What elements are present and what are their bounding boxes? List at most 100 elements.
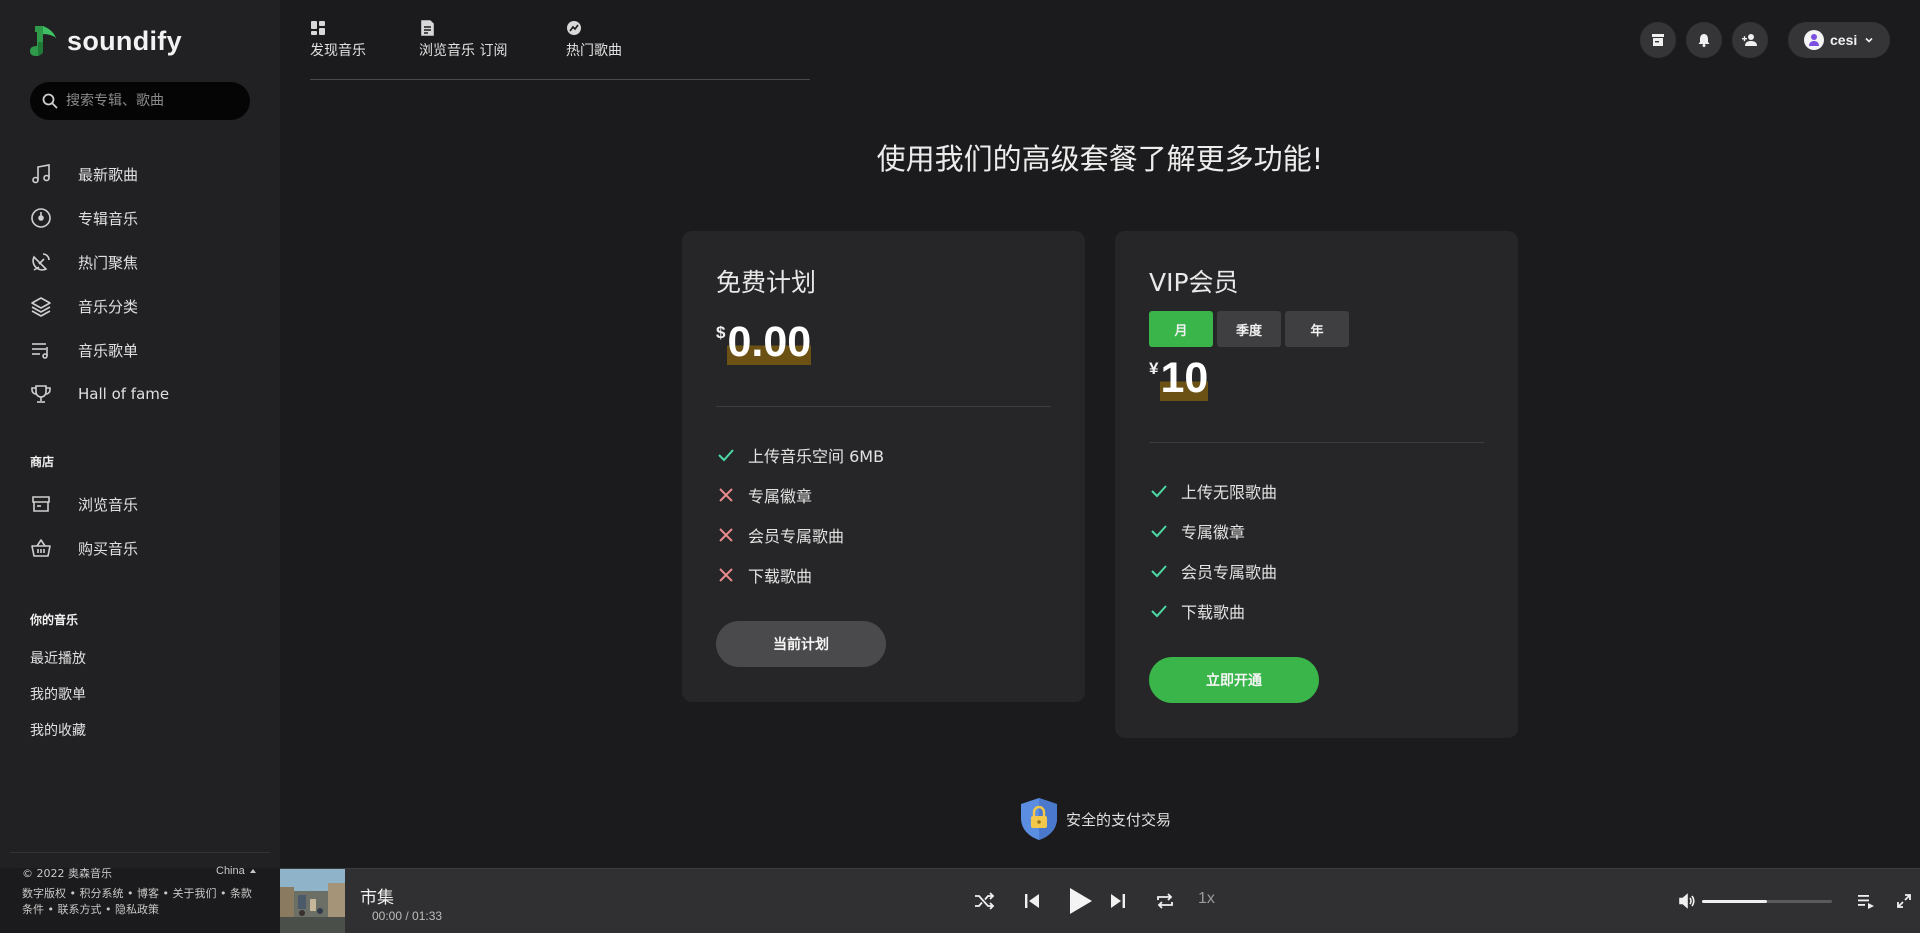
feature-label: 专属徽章 <box>1181 523 1246 542</box>
footer-link-about[interactable]: 关于我们 <box>172 887 216 900</box>
sidebar-item-label: 浏览音乐 <box>78 495 139 514</box>
queue-button[interactable] <box>1856 891 1876 911</box>
sidebar-item-buy-music[interactable]: 购买音乐 <box>30 526 260 570</box>
sidebar-item-latest-songs[interactable]: 最新歌曲 <box>30 152 260 196</box>
player-bar: 市集 00:00 / 01:33 1x <box>280 868 1920 933</box>
tab-discover[interactable]: 发现音乐 <box>310 20 366 60</box>
tab-label: 热门歌曲 <box>566 43 622 59</box>
caret-up-icon <box>249 869 256 873</box>
volume-button[interactable] <box>1678 892 1696 910</box>
avatar <box>1804 30 1824 50</box>
play-icon <box>1070 888 1092 914</box>
playlist-icon <box>32 343 48 359</box>
volume-icon <box>1679 893 1695 909</box>
region-selector[interactable]: China <box>216 865 258 877</box>
search-box[interactable] <box>30 82 250 120</box>
copyright-text: © 2022 奥森音乐 <box>22 867 112 880</box>
divider <box>1149 442 1484 443</box>
sidebar-item-label: 热门聚焦 <box>78 253 139 272</box>
notifications-button[interactable] <box>1686 22 1722 58</box>
chevron-down-icon <box>1865 37 1873 43</box>
store-button[interactable] <box>1640 22 1676 58</box>
user-menu-button[interactable]: cesi <box>1788 22 1890 58</box>
app-name: soundify <box>67 25 182 56</box>
sidebar-item-hot-focus[interactable]: 热门聚焦 <box>30 240 260 284</box>
close-icon <box>719 488 733 502</box>
feature-label: 会员专属歌曲 <box>1181 563 1278 582</box>
vip-plan-card: VIP会员 月 季度 年 ¥ 10 上传无限歌曲 专属徽章 会员专属歌曲 下载歌… <box>1115 231 1518 738</box>
repeat-icon <box>1157 893 1173 909</box>
repeat-button[interactable] <box>1153 889 1177 913</box>
sidebar-item-favorites[interactable]: 我的收藏 <box>30 720 86 740</box>
feature-label: 上传音乐空间 6MB <box>748 447 885 466</box>
footer-separator: • <box>158 887 173 900</box>
sidebar-item-label: 最新歌曲 <box>78 165 139 184</box>
sidebar-nav: 最新歌曲 专辑音乐 热门聚焦 音乐分类 音乐歌单 Hall of fame <box>30 152 260 416</box>
region-label: China <box>216 865 245 877</box>
time-separator: / <box>402 909 413 923</box>
plan-title: 免费计划 <box>716 268 817 297</box>
store-nav: 浏览音乐 购买音乐 <box>30 482 260 570</box>
add-friend-button[interactable] <box>1732 22 1768 58</box>
sidebar-item-label: 音乐歌单 <box>78 341 139 360</box>
album-art[interactable] <box>280 869 345 933</box>
store-icon <box>32 496 50 512</box>
sidebar-item-categories[interactable]: 音乐分类 <box>30 284 260 328</box>
soundify-logo-icon <box>30 26 56 56</box>
current-plan-button[interactable]: 当前计划 <box>716 621 886 667</box>
app-logo[interactable]: soundify <box>29 22 182 60</box>
search-input[interactable] <box>66 93 236 109</box>
basket-icon <box>31 539 51 557</box>
playback-speed[interactable]: 1x <box>1198 890 1215 908</box>
feature-label: 专属徽章 <box>748 487 813 506</box>
music-note-icon <box>32 164 50 184</box>
your-music-section-title: 你的音乐 <box>30 613 79 627</box>
footer-link-copyright[interactable]: 数字版权 <box>22 887 66 900</box>
volume-slider[interactable] <box>1702 900 1832 903</box>
footer-link-blog[interactable]: 博客 <box>137 887 159 900</box>
footer-link-contact[interactable]: 联系方式 <box>57 903 101 916</box>
check-icon <box>1151 525 1167 538</box>
footer-links: 数字版权 • 积分系统 • 博客 • 关于我们 • 条款条件 • 联系方式 • … <box>22 886 262 918</box>
trending-icon <box>567 21 581 35</box>
subscribe-now-button[interactable]: 立即开通 <box>1149 657 1319 703</box>
plan-price: ¥ 10 <box>1149 355 1209 401</box>
album-art-image <box>280 869 345 933</box>
feature-item: 上传音乐空间 6MB <box>716 443 884 467</box>
feature-item: 会员专属歌曲 <box>1149 559 1277 583</box>
track-title: 市集 <box>360 888 394 908</box>
store-section-title: 商店 <box>30 455 55 469</box>
tab-browse-subscribe[interactable]: 浏览音乐 订阅 <box>419 20 507 60</box>
sidebar-item-my-playlists[interactable]: 我的歌单 <box>30 684 86 704</box>
period-tab-month[interactable]: 月 <box>1149 311 1213 347</box>
trophy-icon <box>31 385 51 403</box>
track-time: 00:00 / 01:33 <box>372 909 442 923</box>
price-currency: $ <box>716 323 726 342</box>
feature-item: 专属徽章 <box>716 483 812 507</box>
footer-link-privacy[interactable]: 隐私政策 <box>115 903 159 916</box>
queue-icon <box>1858 895 1874 909</box>
fullscreen-button[interactable] <box>1894 891 1914 911</box>
period-tab-year[interactable]: 年 <box>1285 311 1349 347</box>
store-icon <box>1652 34 1664 46</box>
footer-separator: • <box>123 887 137 900</box>
price-value: 0.00 <box>727 318 812 366</box>
feature-label: 下载歌曲 <box>748 567 813 586</box>
shuffle-button[interactable] <box>972 889 996 913</box>
feature-item: 下载歌曲 <box>1149 599 1245 623</box>
sidebar-item-browse-music[interactable]: 浏览音乐 <box>30 482 260 526</box>
footer-link-points[interactable]: 积分系统 <box>79 887 123 900</box>
tab-hot-songs[interactable]: 热门歌曲 <box>566 20 622 60</box>
next-button[interactable] <box>1106 889 1130 913</box>
period-tab-quarter[interactable]: 季度 <box>1217 311 1281 347</box>
bell-icon <box>1698 34 1710 47</box>
play-button[interactable] <box>1064 885 1096 917</box>
sidebar-item-recent[interactable]: 最近播放 <box>30 648 86 668</box>
sidebar-item-playlists[interactable]: 音乐歌单 <box>30 328 260 372</box>
previous-button[interactable] <box>1020 889 1044 913</box>
footer-separator: • <box>66 887 80 900</box>
check-icon <box>1151 485 1167 498</box>
sidebar-item-hall-of-fame[interactable]: Hall of fame <box>30 372 260 416</box>
sidebar-item-albums[interactable]: 专辑音乐 <box>30 196 260 240</box>
divider <box>716 406 1051 407</box>
